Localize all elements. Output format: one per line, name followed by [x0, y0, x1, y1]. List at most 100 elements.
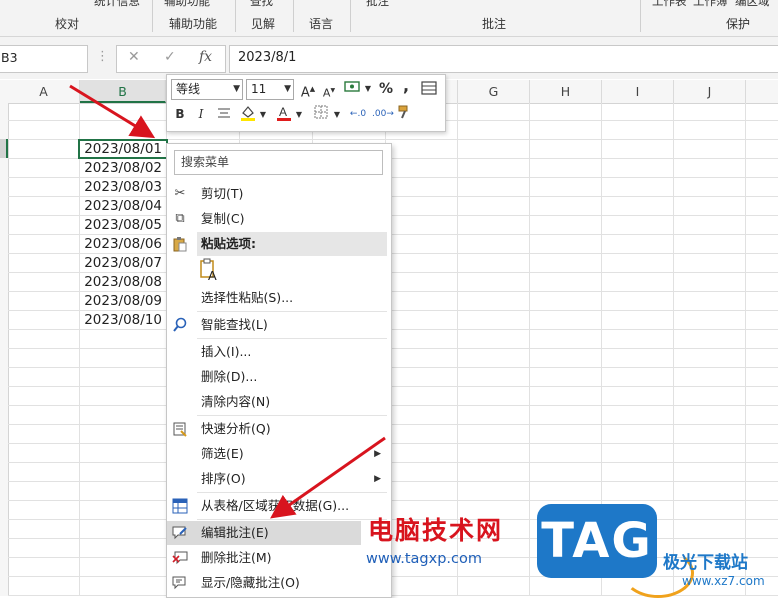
- menu-search-input[interactable]: 搜索菜单: [174, 150, 383, 175]
- cell-b[interactable]: 2023/08/03: [80, 178, 166, 197]
- cell-b[interactable]: 2023/08/05: [80, 216, 166, 235]
- font-size-combo[interactable]: 11 ▼: [246, 79, 294, 100]
- align-center-icon[interactable]: [216, 106, 232, 125]
- increase-font-icon[interactable]: A▲: [300, 80, 316, 102]
- column-header-i[interactable]: I: [602, 80, 674, 103]
- menu-item-show-hide-comments[interactable]: 显示/隐藏批注(O): [167, 571, 391, 595]
- chevron-down-icon: ▼: [284, 84, 291, 94]
- group-proofing: 校对: [55, 17, 80, 31]
- group-language: 语言: [309, 17, 334, 31]
- gridline-horizontal: [8, 386, 778, 387]
- clipboard-icon: [172, 236, 188, 252]
- menu-item-label: 排序(O): [201, 471, 246, 486]
- cancel-icon[interactable]: ✕: [128, 49, 140, 65]
- ribbon-comment[interactable]: 批注: [366, 0, 389, 9]
- svg-text:A: A: [279, 105, 287, 119]
- italic-icon[interactable]: I: [194, 105, 208, 123]
- ribbon-protect-sheet[interactable]: 工作表: [652, 0, 687, 9]
- menu-item-quick-analysis[interactable]: 快速分析(Q): [167, 417, 391, 441]
- column-header-a[interactable]: A: [8, 80, 80, 103]
- gridline-vertical: [745, 103, 746, 596]
- menu-item-label: 智能查找(L): [201, 317, 268, 332]
- fill-color-icon[interactable]: [239, 104, 257, 127]
- menu-item-filter[interactable]: 筛选(E) ▶: [167, 442, 391, 466]
- cell-b[interactable]: 2023/08/09: [80, 292, 166, 311]
- group-insights: 见解: [251, 17, 276, 31]
- ribbon-divider: [640, 0, 641, 32]
- menu-item-label: 插入(I)...: [201, 344, 252, 359]
- menu-item-paste-special[interactable]: 选择性粘贴(S)...: [167, 286, 391, 310]
- group-comments: 批注: [482, 17, 507, 31]
- font-color-icon[interactable]: A: [275, 104, 293, 127]
- menu-item-cut[interactable]: ✂ 剪切(T): [167, 182, 391, 206]
- menu-item-label: 筛选(E): [201, 446, 244, 461]
- menu-item-copy[interactable]: ⧉ 复制(C): [167, 207, 391, 231]
- gridline-horizontal: [8, 367, 778, 368]
- ribbon: 统计信息 辅助功能 查找 批注 工作表 工作簿 编区域 校对 辅助功能 见解 语…: [0, 0, 778, 37]
- cell-b[interactable]: 2023/08/02: [80, 159, 166, 178]
- column-header-g[interactable]: G: [458, 80, 530, 103]
- menu-item-delete[interactable]: 删除(D)...: [167, 365, 391, 389]
- menu-item-label: 显示/隐藏批注(O): [201, 575, 300, 590]
- column-header-j[interactable]: J: [674, 80, 746, 103]
- menu-item-label: 删除(D)...: [201, 369, 258, 384]
- format-painter-table-icon[interactable]: [420, 80, 438, 101]
- group-accessibility: 辅助功能: [169, 17, 218, 31]
- menu-item-get-data[interactable]: 从表格/区域获取数据(G)...: [167, 494, 391, 518]
- column-header-h[interactable]: H: [530, 80, 602, 103]
- format-painter-icon[interactable]: [396, 104, 414, 125]
- menu-item-sort[interactable]: 排序(O) ▶: [167, 467, 391, 491]
- chevron-down-icon[interactable]: ▼: [295, 106, 303, 124]
- formula-bar-splitter[interactable]: ⋮: [96, 49, 109, 64]
- ribbon-protect-workbook[interactable]: 工作簿: [693, 0, 728, 9]
- menu-item-edit-comment[interactable]: 编辑批注(E): [167, 521, 361, 545]
- gridline-horizontal: [8, 462, 778, 463]
- menu-item-clear-contents[interactable]: 清除内容(N): [167, 390, 391, 414]
- cell-b[interactable]: 2023/08/08: [80, 273, 166, 292]
- chevron-down-icon[interactable]: ▼: [364, 80, 372, 98]
- menu-section-label: 粘贴选项:: [201, 236, 256, 251]
- menu-item-smart-lookup[interactable]: 智能查找(L): [167, 313, 391, 337]
- table-icon: [172, 498, 188, 514]
- name-box-value: B3: [1, 50, 18, 65]
- insert-function-icon[interactable]: fx: [199, 49, 212, 65]
- cell-b[interactable]: 2023/08/10: [80, 311, 166, 330]
- borders-icon[interactable]: [313, 105, 329, 124]
- menu-item-delete-comment[interactable]: 删除批注(M): [167, 546, 391, 570]
- scissors-icon: ✂: [174, 186, 186, 201]
- increase-decimal-icon[interactable]: ←.0: [348, 105, 368, 123]
- formula-input[interactable]: 2023/8/1: [229, 45, 778, 73]
- magnifier-icon: [172, 317, 188, 333]
- font-name-combo[interactable]: 等线 ▼: [171, 79, 243, 100]
- accounting-format-icon[interactable]: [343, 79, 363, 100]
- ribbon-lookup[interactable]: 查找: [250, 0, 273, 9]
- cell-b[interactable]: 2023/08/04: [80, 197, 166, 216]
- quick-analysis-icon: [172, 421, 188, 437]
- gridline-horizontal: [8, 481, 778, 482]
- ribbon-accessibility[interactable]: 辅助功能: [164, 0, 210, 9]
- show-hide-comment-icon: [172, 575, 188, 591]
- menu-item-insert[interactable]: 插入(I)...: [167, 340, 391, 364]
- menu-section-paste-options: 粘贴选项:: [197, 232, 387, 256]
- active-row-header[interactable]: [0, 139, 8, 158]
- enter-icon[interactable]: ✓: [164, 49, 176, 65]
- comma-style-icon[interactable]: ,: [399, 77, 413, 95]
- name-box[interactable]: B3: [0, 45, 88, 73]
- decrease-font-icon[interactable]: A▼: [321, 82, 337, 103]
- bold-icon[interactable]: B: [173, 105, 187, 123]
- decrease-decimal-icon[interactable]: .00→: [372, 105, 394, 123]
- menu-separator: [197, 338, 387, 339]
- active-cell[interactable]: 2023/08/01: [78, 139, 168, 159]
- ribbon-allow-edit-ranges[interactable]: 编区域: [735, 0, 770, 9]
- chevron-down-icon[interactable]: ▼: [259, 106, 267, 124]
- font-size-value: 11: [251, 82, 267, 96]
- gridline-horizontal: [8, 348, 778, 349]
- column-header-b[interactable]: B: [80, 80, 166, 103]
- cell-b[interactable]: 2023/08/07: [80, 254, 166, 273]
- chevron-down-icon[interactable]: ▼: [333, 106, 341, 124]
- paste-option-button[interactable]: A: [199, 258, 221, 283]
- percent-style-icon[interactable]: %: [378, 80, 394, 98]
- ribbon-workbook-stats[interactable]: 统计信息: [94, 0, 140, 9]
- cell-b[interactable]: 2023/08/06: [80, 235, 166, 254]
- menu-separator: [197, 492, 387, 493]
